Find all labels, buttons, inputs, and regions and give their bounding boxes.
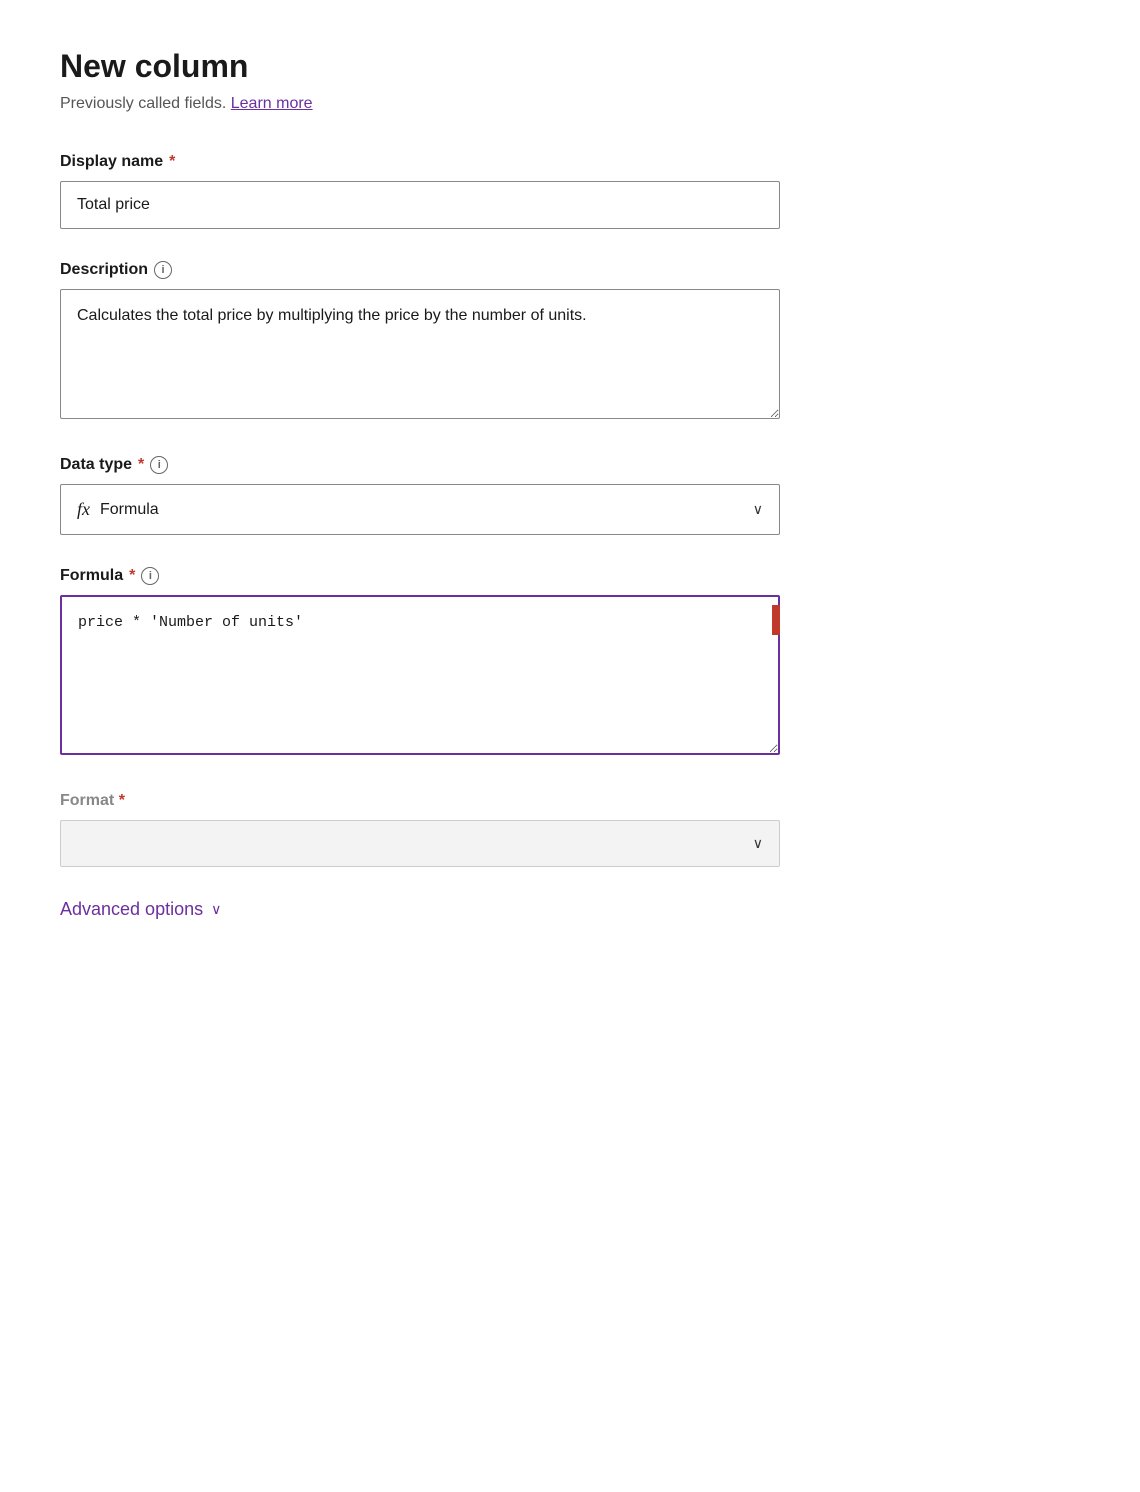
data-type-required: *: [138, 456, 144, 474]
display-name-label-text: Display name: [60, 153, 163, 171]
data-type-section: Data type * i fx Formula ∨: [60, 456, 780, 535]
description-section: Description i Calculates the total price…: [60, 261, 780, 424]
formula-section: Formula * i price * 'Number of units': [60, 567, 780, 760]
advanced-options-chevron-icon: ∨: [211, 901, 221, 918]
fx-icon: fx: [77, 499, 90, 520]
format-section: Format * ∨: [60, 792, 1080, 867]
description-label-text: Description: [60, 261, 148, 279]
display-name-section: Display name *: [60, 153, 780, 229]
data-type-value: Formula: [100, 501, 159, 519]
page-title: New column: [60, 48, 1080, 85]
data-type-chevron-icon: ∨: [753, 501, 763, 518]
format-label: Format *: [60, 792, 1080, 810]
display-name-input[interactable]: [60, 181, 780, 229]
format-select[interactable]: ∨: [60, 820, 780, 867]
data-type-select-left: fx Formula: [77, 499, 159, 520]
display-name-required: *: [169, 153, 175, 171]
advanced-options-label: Advanced options: [60, 899, 203, 920]
formula-input[interactable]: price * 'Number of units': [60, 595, 780, 755]
data-type-info-icon[interactable]: i: [150, 456, 168, 474]
description-input[interactable]: Calculates the total price by multiplyin…: [60, 289, 780, 419]
subtitle-text: Previously called fields.: [60, 95, 226, 112]
data-type-label: Data type * i: [60, 456, 780, 474]
data-type-select[interactable]: fx Formula ∨: [60, 484, 780, 535]
formula-error-indicator: [772, 605, 780, 635]
data-type-label-text: Data type: [60, 456, 132, 474]
data-type-select-wrapper: fx Formula ∨: [60, 484, 780, 535]
display-name-label: Display name *: [60, 153, 780, 171]
learn-more-link[interactable]: Learn more: [231, 95, 313, 112]
format-required: *: [119, 792, 125, 809]
formula-label-text: Formula: [60, 567, 123, 585]
description-label: Description i: [60, 261, 780, 279]
page-subtitle: Previously called fields. Learn more: [60, 95, 1080, 113]
formula-info-icon[interactable]: i: [141, 567, 159, 585]
format-chevron-icon: ∨: [753, 835, 763, 852]
description-info-icon[interactable]: i: [154, 261, 172, 279]
formula-required: *: [129, 567, 135, 585]
formula-input-wrapper: price * 'Number of units': [60, 595, 780, 760]
format-label-text: Format: [60, 792, 114, 809]
formula-label: Formula * i: [60, 567, 780, 585]
advanced-options-row[interactable]: Advanced options ∨: [60, 899, 1080, 920]
